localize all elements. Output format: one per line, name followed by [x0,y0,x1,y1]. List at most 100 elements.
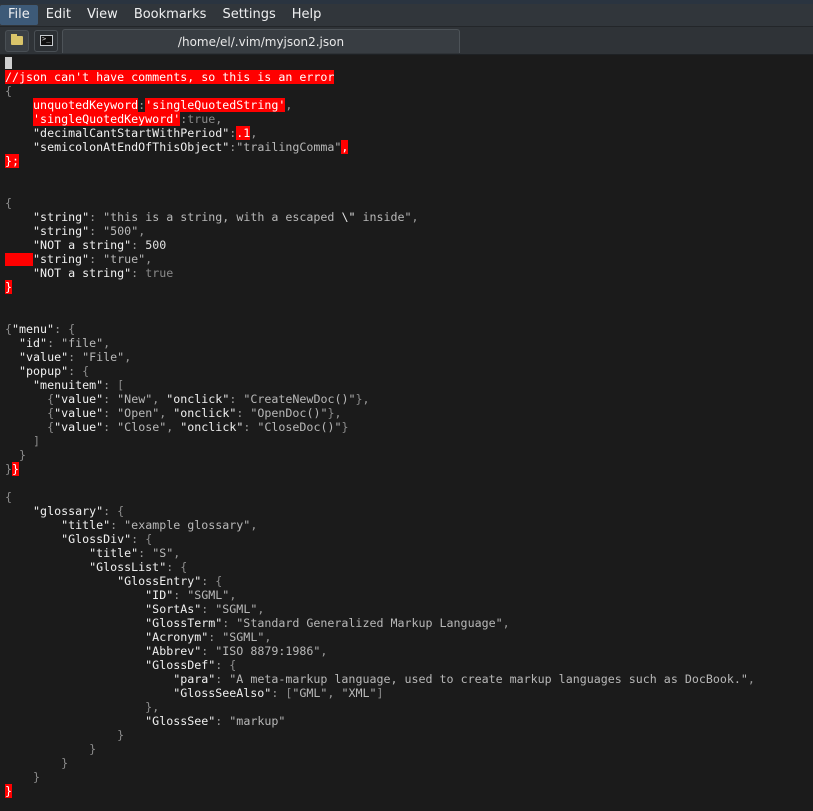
key: "GlossSeeAlso" [173,686,272,700]
code-line: ] [33,434,41,448]
code-line: 'singleQuotedKeyword':true, [5,112,755,126]
key: "id" [19,336,48,350]
error-token: , [341,140,349,154]
code-line: "GlossList": { [89,560,188,574]
menu-file[interactable]: File [0,5,38,25]
code-line: }; [5,154,755,168]
code-line: { [5,84,755,98]
punct: , [215,112,223,126]
string: "markup" [229,714,286,728]
menu-edit[interactable]: Edit [38,5,79,25]
key: "title" [89,546,139,560]
bool: true [145,266,174,280]
code-line: "para": "A meta-markup language, used to… [173,672,755,686]
terminal-prompt-glyph: >_ [42,35,51,43]
key: "menu" [12,322,55,336]
key: "para" [173,672,216,686]
vim-editor[interactable]: //json can't have comments, so this is a… [0,55,813,811]
new-tab-folder-icon[interactable] [5,30,29,52]
code-line: "semicolonAtEndOfThisObject":"trailingCo… [5,140,755,154]
code-line: "GlossTerm": "Standard Generalized Marku… [145,616,510,630]
error-marker [5,253,33,266]
string: "OpenDoc()" [250,406,328,420]
code-line: "GlossEntry": { [117,574,223,588]
key: "string" [33,224,90,238]
key: "ID" [145,588,174,602]
code-line: "glossary": { [33,504,125,518]
menu-settings[interactable]: Settings [214,5,283,25]
string: inside" [355,210,412,224]
key: "value" [54,392,104,406]
code-line: }, [145,700,160,714]
code-line: { [5,196,755,210]
key: "GlossDiv" [61,532,132,546]
key: "NOT a string" [33,238,132,252]
string: "CreateNewDoc()" [243,392,356,406]
key: "SortAs" [145,602,202,616]
tab-myjson2[interactable]: /home/el/.vim/myjson2.json [62,29,460,53]
code-line: }} [5,462,20,476]
key: "onclick" [173,406,237,420]
error-token: 'singleQuotedString' [145,98,286,112]
code-line: { [5,490,13,504]
code-line: } [19,448,27,462]
code-view: //json can't have comments, so this is a… [5,56,755,798]
code-line: "value": "File", [19,350,132,364]
code-line: } [5,784,755,798]
brace: { [5,196,13,210]
code-line: } [117,728,125,742]
menu-help[interactable]: Help [284,5,330,25]
string: "example glossary" [124,518,251,532]
tab-bar: >_ /home/el/.vim/myjson2.json [0,27,813,55]
code-line: "GlossSeeAlso": ["GML", "XML"] [173,686,384,700]
string: "S" [152,546,174,560]
code-line: "Abbrev": "ISO 8879:1986", [145,644,328,658]
code-line: } [33,770,41,784]
code-line: "NOT a string": 500 [33,238,167,252]
string: "XML" [341,686,377,700]
key: "popup" [19,364,69,378]
menu-view[interactable]: View [79,5,126,25]
code-line: "decimalCantStartWithPeriod":.1, [5,126,755,140]
string: "ISO 8879:1986" [215,644,321,658]
code-line: } [5,280,755,294]
string: "SGML" [187,588,230,602]
string: "file" [61,336,104,350]
error-token: } [5,280,13,294]
string: "this is a string, with a escaped [103,210,342,224]
cursor [5,57,12,69]
menu-bookmarks[interactable]: Bookmarks [126,5,215,25]
string: "trailingComma" [236,140,342,154]
code-line: //json can't have comments, so this is a… [5,70,755,84]
error-token: unquotedKeyword [33,98,139,112]
string: "New" [117,392,153,406]
terminal-icon[interactable]: >_ [34,30,58,52]
string: "true" [103,252,146,266]
code-line: {"menu": { [5,322,76,336]
code-line: "string": "this is a string, with a esca… [33,210,419,224]
code-line: "GlossDiv": { [61,532,153,546]
menu-bar: File Edit View Bookmarks Settings Help [0,4,813,27]
string: "GML" [292,686,328,700]
key: "value" [54,406,104,420]
punct: , [285,98,293,112]
key: "value" [54,420,104,434]
code-line: "popup": { [19,364,90,378]
key: "string" [33,252,90,266]
code-line: "GlossDef": { [145,658,237,672]
code-line: "id": "file", [19,336,111,350]
code-line: "string": "500", [33,224,146,238]
konsole-window: File Edit View Bookmarks Settings Help >… [0,0,813,811]
comment-error: //json can't have comments, so this is a… [5,70,335,84]
code-line: unquotedKeyword:'singleQuotedString', [5,98,755,112]
string: "Close" [117,420,167,434]
tab-title: /home/el/.vim/myjson2.json [177,34,345,49]
code-line: "title": "S", [89,546,181,560]
error-token: } [5,784,13,798]
code-line: } [61,756,69,770]
key: "onclick" [166,392,230,406]
key: "GlossList" [89,560,167,574]
